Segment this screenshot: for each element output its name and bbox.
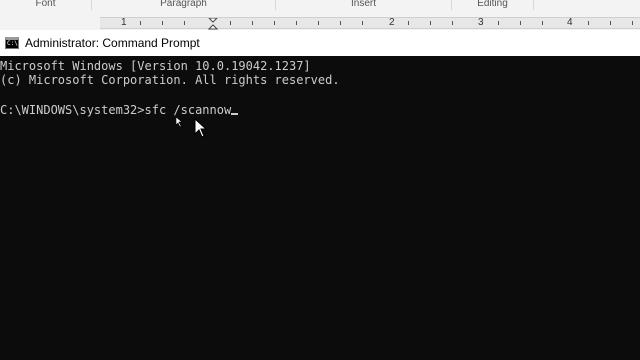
screen: Font Paragraph Insert Editing 1 2 3 4 C:…	[0, 0, 640, 360]
ruler-tick	[340, 21, 341, 25]
typed-command[interactable]: sfc /scannow	[145, 103, 232, 117]
ruler-tick	[162, 21, 163, 25]
small-pointer-icon	[176, 117, 182, 127]
window-title: Administrator: Command Prompt	[25, 36, 200, 50]
ribbon-group-empty	[534, 0, 640, 10]
ruler-tick	[632, 21, 633, 25]
ruler-tick	[408, 21, 409, 25]
text-cursor	[231, 113, 239, 115]
ruler-number: 3	[478, 17, 484, 28]
window-titlebar[interactable]: C:\ Administrator: Command Prompt	[0, 30, 640, 56]
console-line: (c) Microsoft Corporation. All rights re…	[0, 73, 340, 87]
console-prompt: C:\WINDOWS\system32>	[0, 103, 145, 117]
ruler-tick	[362, 21, 363, 25]
ribbon-group-bar: Font Paragraph Insert Editing	[0, 0, 640, 10]
ruler-tick	[588, 21, 589, 25]
command-prompt-icon[interactable]: C:\	[5, 37, 19, 49]
console-output[interactable]: Microsoft Windows [Version 10.0.19042.12…	[0, 56, 640, 360]
ruler-tick	[498, 21, 499, 25]
ruler-tick	[318, 21, 319, 25]
ruler-tick	[230, 21, 231, 25]
mouse-pointer-icon	[194, 118, 208, 138]
ruler-tick	[140, 21, 141, 25]
ruler-tick	[452, 21, 453, 25]
ruler-tick	[252, 21, 253, 25]
ruler[interactable]: 1 2 3 4	[100, 17, 640, 30]
ruler-tick	[184, 21, 185, 25]
ruler-tick	[430, 21, 431, 25]
indent-marker-icon[interactable]	[207, 17, 219, 30]
ruler-tick	[274, 21, 275, 25]
ribbon-group-font[interactable]: Font	[0, 0, 92, 10]
ruler-tick	[520, 21, 521, 25]
ruler-tick	[542, 21, 543, 25]
command-line[interactable]: C:\WINDOWS\system32>sfc /scannow	[0, 102, 239, 118]
ruler-tick	[610, 21, 611, 25]
ruler-number: 4	[567, 17, 573, 28]
ruler-number: 2	[389, 17, 395, 28]
background-ribbon: Font Paragraph Insert Editing 1 2 3 4	[0, 0, 640, 30]
ruler-tick	[296, 21, 297, 25]
ruler-number: 1	[121, 17, 127, 28]
ribbon-group-insert[interactable]: Insert	[276, 0, 452, 10]
ribbon-group-editing[interactable]: Editing	[452, 0, 534, 10]
ribbon-group-paragraph[interactable]: Paragraph	[92, 0, 276, 10]
